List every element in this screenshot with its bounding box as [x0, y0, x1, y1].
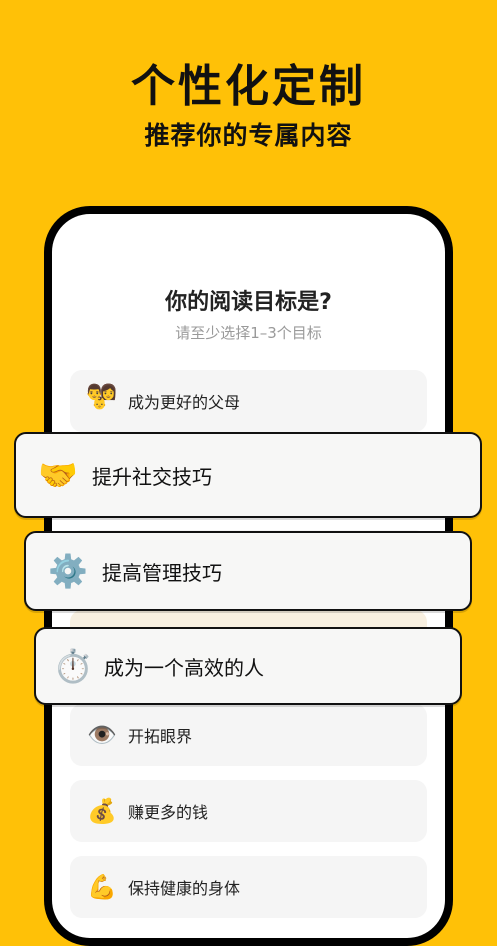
gear-icon: ⚙️	[48, 552, 88, 590]
goal-option-label: 开拓眼界	[128, 727, 193, 746]
highlight-card-efficient[interactable]: ⏱️ 成为一个高效的人	[34, 627, 462, 705]
muscle-icon: 💪	[87, 873, 117, 901]
handshake-icon: 🤝	[38, 456, 78, 494]
goal-option-label: 成为更好的父母	[128, 393, 241, 412]
goal-option-health[interactable]: 💪 保持健康的身体	[70, 856, 427, 918]
goal-option-horizon[interactable]: 👁️ 开拓眼界	[70, 704, 427, 766]
money-bag-icon: 💰	[87, 797, 117, 825]
question-hint: 请至少选择1–3个目标	[175, 324, 322, 342]
question-title: 你的阅读目标是?	[165, 290, 332, 315]
goal-option-money[interactable]: 💰 赚更多的钱	[70, 780, 427, 842]
highlight-card-label: 成为一个高效的人	[104, 655, 264, 680]
goal-option-label: 保持健康的身体	[128, 879, 241, 898]
highlight-card-social[interactable]: 🤝 提升社交技巧	[14, 432, 482, 518]
goal-option-parents[interactable]: 👨 👩 👶 成为更好的父母	[70, 370, 427, 432]
headline-title: 个性化定制	[131, 61, 366, 112]
headline-subtitle: 推荐你的专属内容	[144, 121, 353, 150]
goal-option-label: 赚更多的钱	[128, 803, 209, 822]
eye-icon: 👁️	[87, 721, 117, 749]
stopwatch-icon: ⏱️	[53, 647, 93, 685]
highlight-card-label: 提高管理技巧	[102, 560, 222, 585]
highlight-card-label: 提升社交技巧	[92, 464, 212, 489]
family-icon: 👨 👩 👶	[85, 383, 118, 410]
highlight-card-management[interactable]: ⚙️ 提高管理技巧	[24, 531, 472, 611]
